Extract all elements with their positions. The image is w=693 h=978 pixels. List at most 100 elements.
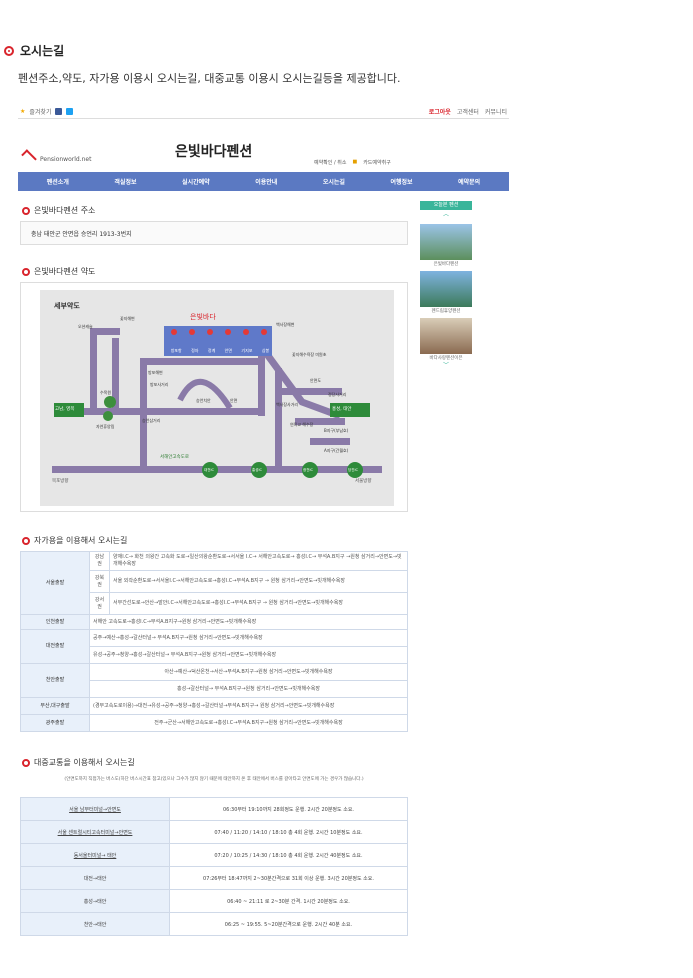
- map-highway: 서해안고속도로: [160, 455, 189, 460]
- map-heading-text: 은빛바다펜션 약도: [34, 267, 96, 276]
- map-place: A지구(간월호): [324, 448, 349, 453]
- nav-guide[interactable]: 이용안내: [255, 177, 277, 186]
- map-room: 안면: [224, 348, 233, 353]
- card-cancel-link[interactable]: 카드예약취구: [363, 159, 391, 166]
- bus-schedule: 07:20 / 10:25 / 14:30 / 18:10 총 4회 운행. 2…: [169, 843, 408, 867]
- pension-thumb[interactable]: [420, 271, 472, 307]
- thumb-caption: 은빛바다펜션: [433, 262, 459, 267]
- route-sub: 강남권: [89, 551, 110, 571]
- map-place: 연육교 해수장: [290, 422, 314, 427]
- route-desc: 유성→공주→청양→홍성→갈산터널→ 부석A.B지구→원청 삼거리→안면도→빗개해…: [89, 646, 408, 664]
- map-place: 꽃지해수욕장 미원초: [292, 352, 327, 357]
- map-place: 백사장사거리: [276, 402, 299, 407]
- card-icon: ■: [352, 159, 358, 165]
- route-desc: 공주→예산→홍성→갈산터널→ 부석A.B지구→원청 삼거리→안면도→빗개해수욕장: [89, 629, 408, 647]
- bus-schedule: 07:40 / 11:20 / 14:10 / 18:10 총 4회 운행. 2…: [169, 820, 408, 844]
- route-desc: (경부고속도로이용)→대전→유성→공주→청양→홍성→갈산터널→부석A.B지구→ …: [89, 697, 408, 715]
- map-canvas: 세부약도 은빛바다 고남, 영목 홍성, 태안 서해안고속도로 목포방향 서울방…: [40, 290, 394, 506]
- pension-thumb[interactable]: [420, 318, 472, 354]
- bullet-icon: [22, 536, 30, 545]
- bus-route: 대전→태안: [20, 866, 170, 890]
- pension-thumb[interactable]: [420, 224, 472, 260]
- addr-heading-text: 은빛바다펜션 주소: [34, 206, 96, 215]
- nav-reservation[interactable]: 실시간예약: [182, 177, 210, 186]
- map-place: 오션캐슬: [78, 324, 93, 329]
- map-place: B지구(부남호): [324, 428, 349, 433]
- route-desc: 서해안 고속도로→홍성I.C→부석A.B지구→원청 삼거리→안면도→빗개해수욕장: [89, 614, 408, 630]
- page-title: 오시는길: [4, 42, 64, 59]
- bus-route-link[interactable]: 서울 남부터미널→안면도: [20, 797, 170, 821]
- map-ic: 홍성IC: [252, 468, 262, 472]
- community-link[interactable]: 커뮤니티: [485, 107, 507, 116]
- down-arrow-icon[interactable]: ﹀: [420, 361, 472, 371]
- route-desc: 전주→군산→서해안고속도로→홍성I.C→부석A.B지구→원청 삼거리→안면도→빗…: [89, 714, 408, 732]
- nav-location[interactable]: 오시는길: [323, 177, 345, 186]
- up-arrow-icon[interactable]: ︿: [420, 210, 472, 220]
- bus-route-link[interactable]: 동서울터미널→ 태안: [20, 843, 170, 867]
- bus-route: 천안→태안: [20, 912, 170, 936]
- car-heading: 자가용을 이용해서 오시는길: [22, 535, 127, 546]
- map-pension-label: 은빛바다: [190, 313, 216, 321]
- map-ic: 광천IC: [303, 468, 313, 472]
- route-desc: 홍성→갈산터널→ 부석A.B지구→원청 삼거리→안면도→빗개해수욕장: [89, 680, 408, 698]
- route-origin: 인천출발: [20, 614, 90, 630]
- route-origin: 광주출발: [20, 714, 90, 732]
- customer-center-link[interactable]: 고객센터: [457, 107, 479, 116]
- reservation-check-link[interactable]: 예약확인 / 취소: [314, 159, 346, 166]
- route-desc: 서부간선도로→안산→발안I.C→서해안고속도로→홍성I.C→부석A.B지구 → …: [109, 592, 408, 615]
- map-place: 안면: [230, 398, 238, 403]
- nav-travel[interactable]: 여행정보: [390, 177, 412, 186]
- map-room: 삼봉: [261, 348, 270, 353]
- route-origin: 서울출발: [20, 551, 90, 615]
- pension-name: 은빛바다펜션: [175, 144, 253, 160]
- bus-route: 홍성→태안: [20, 889, 170, 913]
- location-map: 세부약도 은빛바다 고남, 영목 홍성, 태안 서해안고속도로 목포방향 서울방…: [20, 282, 408, 512]
- route-origin: 부산,대구출발: [20, 697, 90, 715]
- page-description: 펜션주소,약도, 자가용 이용시 오시는길, 대중교통 이용시 오시는길등을 제…: [18, 72, 401, 85]
- map-room: 정계: [207, 348, 216, 353]
- bookmark-link[interactable]: 즐겨찾기: [29, 107, 51, 116]
- bullet-icon: [4, 45, 14, 56]
- map-room: 기지포: [241, 348, 253, 353]
- map-place: 꽃지해변: [120, 316, 135, 321]
- map-svg: [52, 326, 382, 478]
- map-place: 방포사거리: [150, 382, 169, 387]
- map-title: 세부약도: [54, 302, 80, 310]
- map-bottom-right: 서울방향: [355, 479, 372, 484]
- route-sub: 강북권: [89, 570, 110, 593]
- car-route-table: 서울출발 강남권 양재I.C→ 화천 의왕간 고속화 도로→일산의왕순환도로→서서울…: [20, 551, 408, 732]
- bullet-icon: [22, 267, 30, 276]
- top-utility-bar: ★ 즐겨찾기 로그아웃 고객센터 커뮤니티: [18, 103, 509, 119]
- car-heading-text: 자가용을 이용해서 오시는길: [34, 536, 128, 545]
- nav-inquiry[interactable]: 예약문의: [458, 177, 480, 186]
- bus-schedule-table: 서울 남부터미널→안면도 06:30부터 19:10까지 28회정도 운행. 2시…: [20, 797, 408, 936]
- map-ic: 대천IC: [204, 468, 214, 472]
- bullet-icon: [22, 758, 30, 767]
- bus-schedule: 07:26부터 18:47까지 2~30분간격으로 31회 이상 운행. 3시간…: [169, 866, 408, 890]
- map-room: 방포항: [170, 348, 182, 353]
- logo-text: Pensionworld.net: [40, 156, 92, 163]
- map-room: 정자: [191, 348, 199, 353]
- map-place: 승언삼거리: [142, 418, 161, 423]
- map-place: 승언치안: [196, 398, 211, 403]
- map-heading: 은빛바다펜션 약도: [22, 266, 95, 277]
- bus-route-link[interactable]: 서울 센트럴시티고속터미널→안면도: [20, 820, 170, 844]
- nav-rooms[interactable]: 객실정보: [114, 177, 136, 186]
- map-place: 방포해변: [148, 370, 163, 375]
- map-bottom-left: 목포방향: [52, 479, 69, 484]
- bus-note: (안면도까지 직접가는 버스도(하단 버스시간표 참고)있으나 그수가 많지 않…: [64, 777, 364, 782]
- map-place: 백사장해변: [276, 322, 295, 327]
- logout-link[interactable]: 로그아웃: [429, 107, 451, 116]
- bus-schedule: 06:25 ~ 19:55. 5~20분간격으로 운행. 2시간 40분 소요.: [169, 912, 408, 936]
- roof-icon: [21, 149, 37, 165]
- facebook-icon[interactable]: [55, 108, 63, 115]
- twitter-icon[interactable]: [66, 108, 74, 115]
- page-title-text: 오시는길: [20, 44, 65, 58]
- site-logo[interactable]: Pensionworld.net: [21, 149, 92, 165]
- nav-intro[interactable]: 펜션소개: [47, 177, 69, 186]
- thumb-caption: 펜드림휴양펜션: [431, 309, 461, 314]
- address-box: 충남 태안군 안면읍 승언리 1913-3번지: [20, 221, 408, 245]
- route-desc: 서울 외곽순환도로→서서울I.C→서해안고속도로→홍성I.C→부석A.B지구 →…: [109, 570, 408, 593]
- star-icon: ★: [20, 108, 26, 115]
- recent-pensions: 오늘본 펜션 ︿ 은빛바다펜션 펜드림휴양펜션 바다사랑펜션이븐 ﹀: [420, 201, 472, 371]
